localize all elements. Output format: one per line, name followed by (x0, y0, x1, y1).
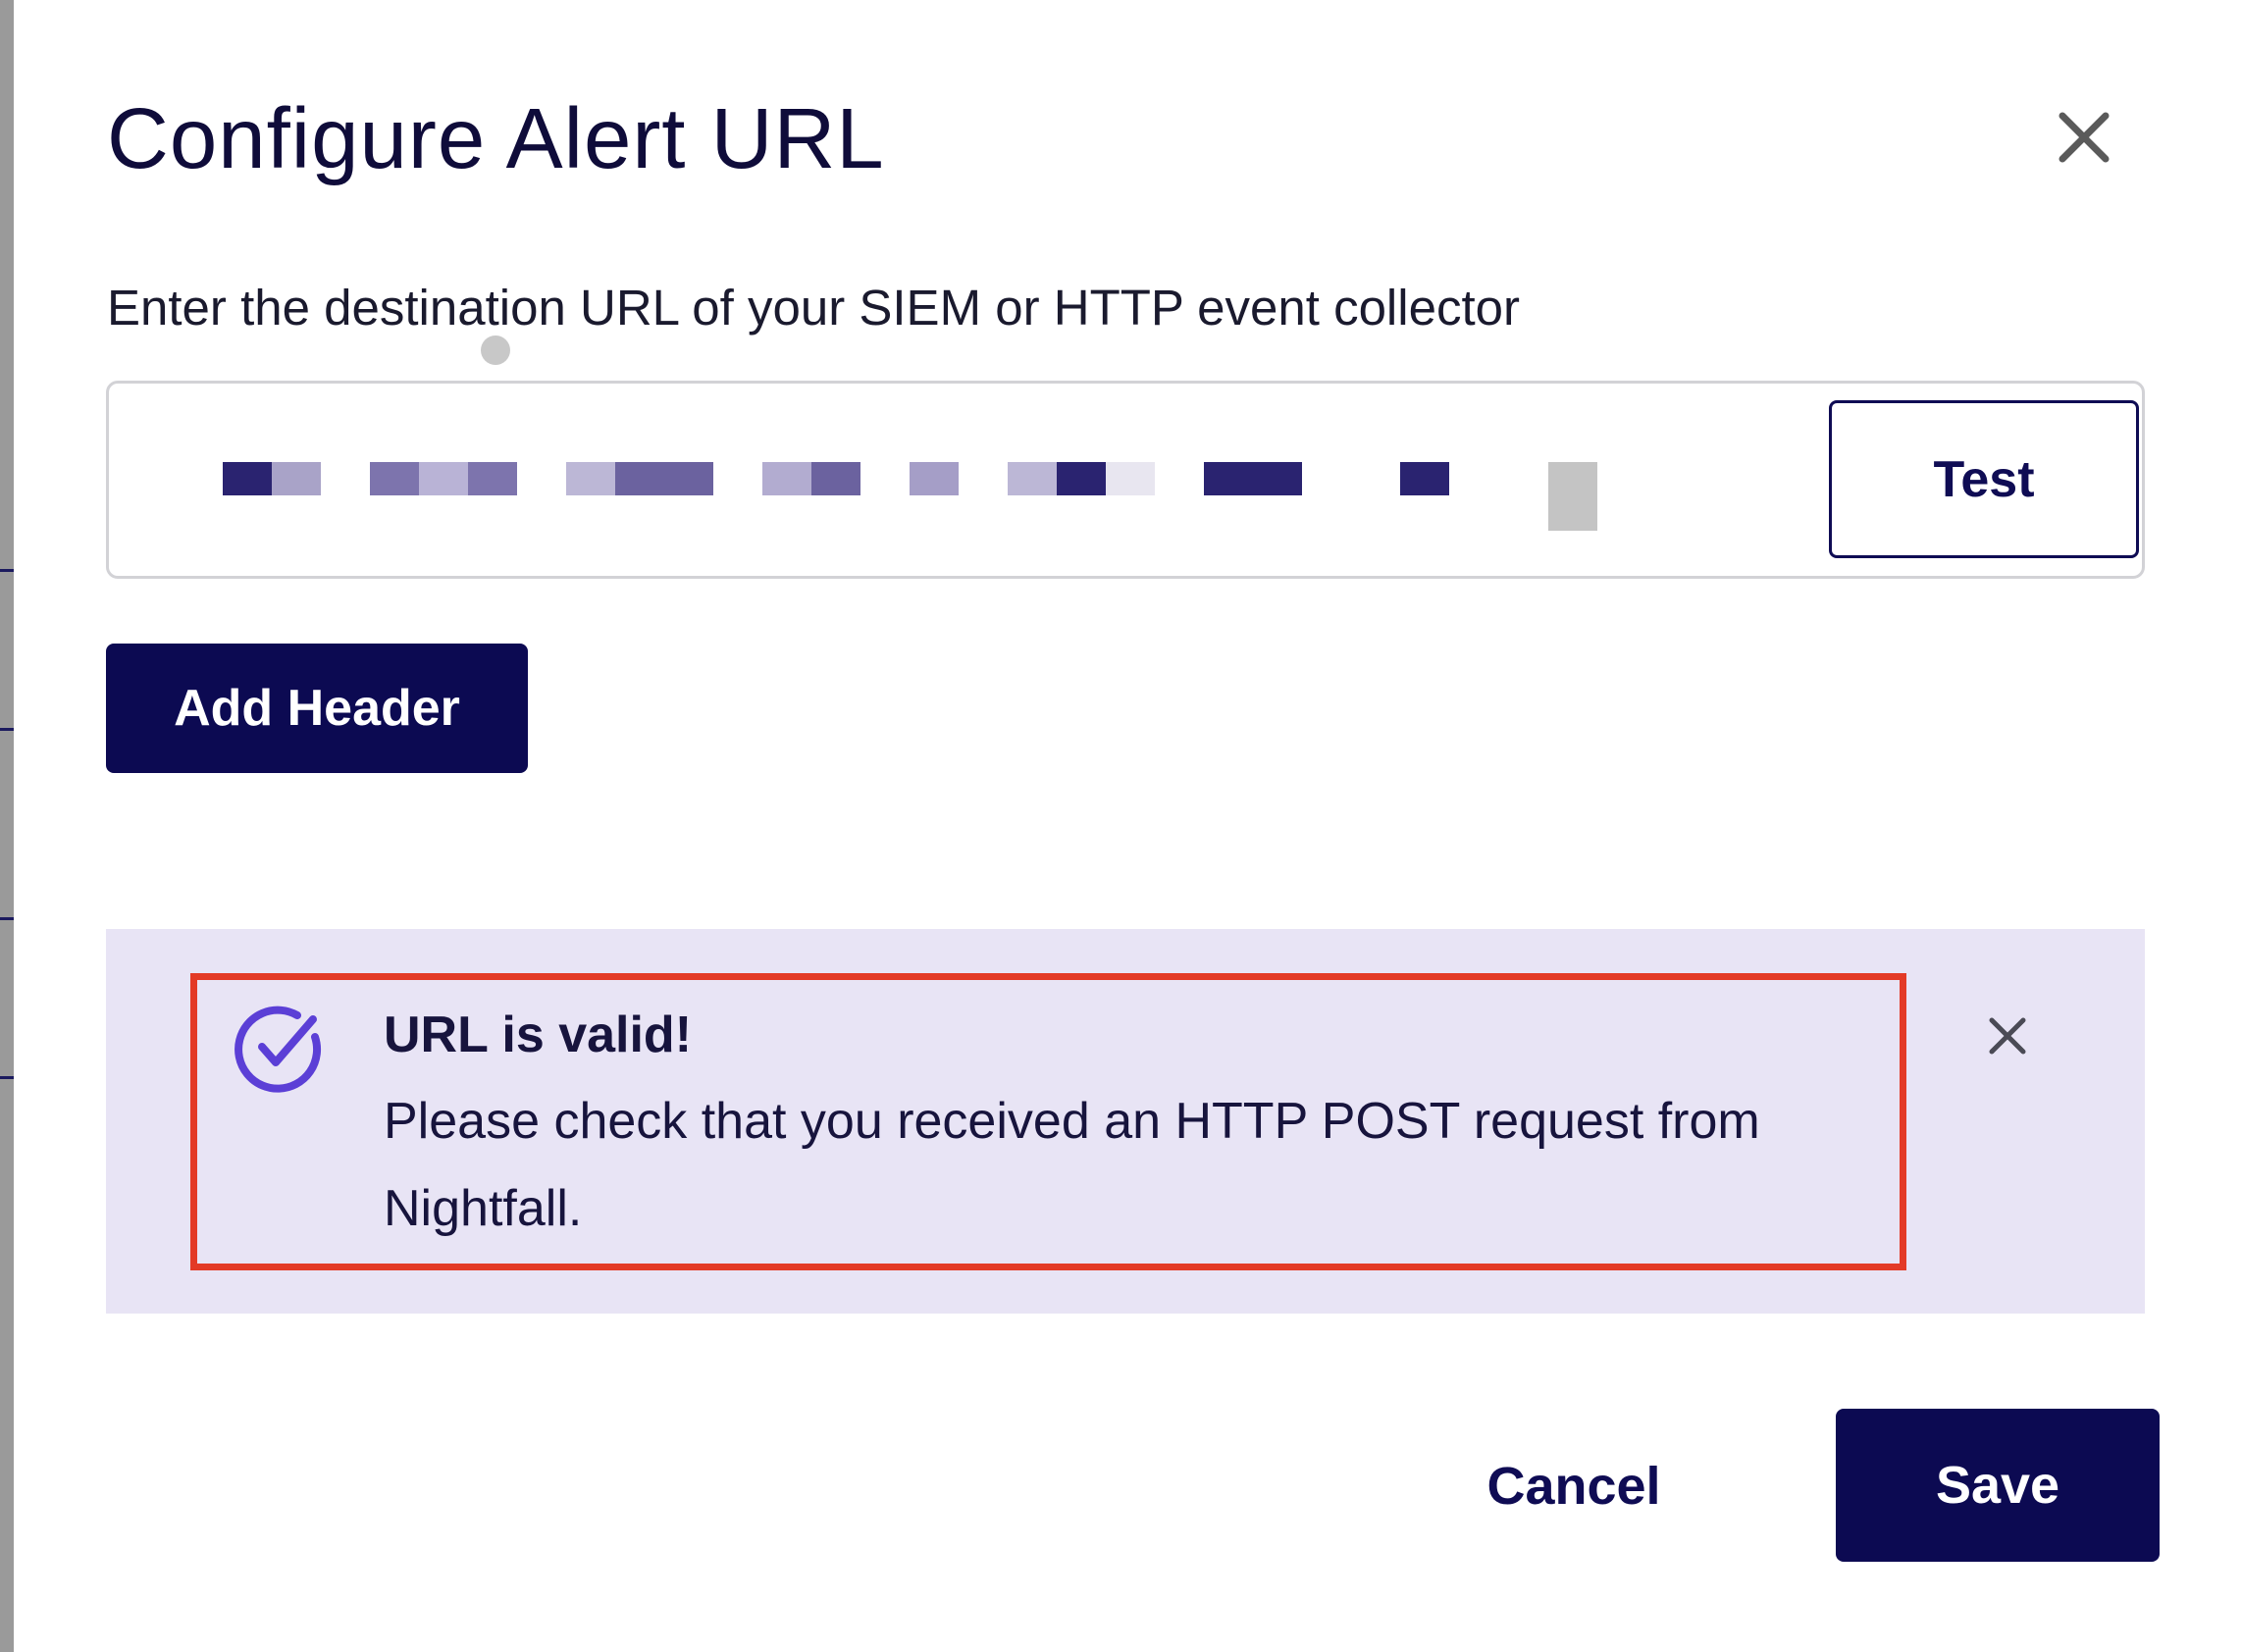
success-alert: URL is valid! Please check that you rece… (106, 929, 2145, 1314)
close-icon (1989, 1017, 2026, 1055)
add-header-button[interactable]: Add Header (106, 644, 528, 773)
test-url-button[interactable]: Test (1829, 400, 2139, 558)
alert-title: URL is valid! (384, 1007, 693, 1063)
url-instruction-text: Enter the destination URL of your SIEM o… (107, 280, 1520, 336)
cursor-indicator (481, 336, 510, 365)
close-icon (2059, 112, 2110, 163)
dialog-title: Configure Alert URL (107, 91, 885, 186)
dismiss-alert-button[interactable] (1982, 1010, 2033, 1061)
configure-alert-url-dialog: Configure Alert URL Enter the destinatio… (14, 0, 2241, 1652)
cancel-button[interactable]: Cancel (1456, 1413, 1692, 1560)
background-divider (0, 728, 14, 731)
background-divider (0, 569, 14, 572)
url-field-container: Test (106, 381, 2145, 579)
close-dialog-button[interactable] (2045, 98, 2123, 177)
background-divider (0, 1076, 14, 1079)
check-circle-icon (235, 1006, 321, 1093)
text-cursor (1548, 462, 1597, 531)
background-page-edge (0, 0, 14, 1652)
background-divider (0, 917, 14, 920)
save-button[interactable]: Save (1836, 1409, 2160, 1562)
alert-message: Please check that you received an HTTP P… (384, 1093, 1760, 1237)
